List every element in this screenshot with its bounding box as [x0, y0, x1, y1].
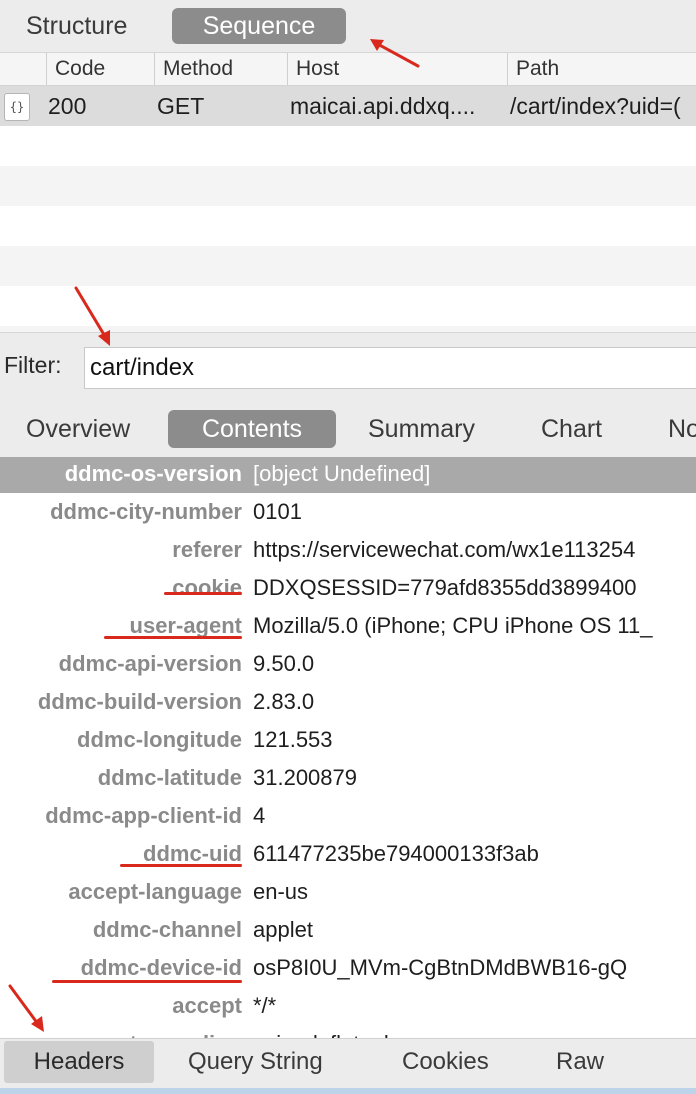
detail-tab-bar: Overview Contents Summary Chart No [0, 401, 696, 457]
tab-chart[interactable]: Chart [541, 410, 602, 448]
header-row[interactable]: cookie DDXQSESSID=779afd8355dd3899400 [0, 569, 696, 607]
header-value: 611477235be794000133f3ab [253, 841, 539, 866]
header-value: 2.83.0 [253, 689, 315, 714]
empty-table-row [0, 246, 696, 286]
request-headers-list: ddmc-os-version [object Undefined] ddmc-… [0, 457, 696, 1038]
header-key: accept-language [68, 879, 242, 904]
header-value: 9.50.0 [253, 651, 315, 676]
red-arrow-icon [74, 286, 110, 346]
header-key: ddmc-latitude [97, 765, 242, 790]
tab-sequence[interactable]: Sequence [172, 8, 346, 44]
header-row[interactable]: ddmc-build-version 2.83.0 [0, 683, 696, 721]
red-underline-user-agent [104, 636, 242, 639]
header-row[interactable]: ddmc-city-number 0101 [0, 493, 696, 531]
header-value: https://servicewechat.com/wx1e113254 [253, 537, 636, 562]
json-file-icon: {} [4, 93, 30, 121]
header-key: user-agent [129, 613, 242, 638]
header-key: ddmc-uid [143, 841, 242, 866]
header-key: ddmc-city-number [50, 499, 242, 524]
header-value: Mozilla/5.0 (iPhone; CPU iPhone OS 11_ [253, 613, 653, 638]
view-mode-bar: Structure Sequence [0, 0, 696, 53]
header-row[interactable]: ddmc-api-version 9.50.0 [0, 645, 696, 683]
red-underline-ddmc-device-id [52, 980, 242, 983]
column-header-code[interactable]: Code [46, 53, 105, 85]
request-table-header: Code Method Host Path [0, 53, 696, 86]
cell-method: GET [157, 93, 205, 119]
header-row[interactable]: ddmc-os-version [object Undefined] [0, 457, 696, 493]
header-key: accept-encoding [67, 1025, 242, 1038]
header-value: applet [253, 917, 313, 942]
filter-input[interactable] [84, 347, 696, 389]
header-key: referer [172, 537, 242, 562]
cell-code: 200 [48, 93, 87, 119]
header-key: ddmc-api-version [58, 651, 242, 676]
header-row[interactable]: accept */* [0, 987, 696, 1025]
header-value: 31.200879 [253, 765, 357, 790]
bottom-tab-bar: Headers Query String Cookies Raw [0, 1038, 696, 1094]
tab-summary[interactable]: Summary [368, 410, 475, 448]
column-header-path[interactable]: Path [507, 53, 559, 85]
header-value: DDXQSESSID=779afd8355dd3899400 [253, 575, 637, 600]
header-row[interactable]: ddmc-longitude 121.553 [0, 721, 696, 759]
table-row[interactable]: {} 200 GET maicai.api.ddxq.... /cart/ind… [0, 86, 696, 126]
header-value: 0101 [253, 499, 302, 524]
header-value: osP8I0U_MVm-CgBtnDMdBWB16-gQ [253, 955, 628, 980]
header-key: cookie [172, 575, 242, 600]
header-row[interactable]: referer https://servicewechat.com/wx1e11… [0, 531, 696, 569]
tab-contents[interactable]: Contents [168, 410, 336, 448]
header-row[interactable]: user-agent Mozilla/5.0 (iPhone; CPU iPho… [0, 607, 696, 645]
red-arrow-icon [8, 984, 44, 1032]
tab-query-string[interactable]: Query String [188, 1041, 323, 1083]
cell-host: maicai.api.ddxq.... [290, 93, 476, 119]
header-value: 121.553 [253, 727, 333, 752]
bottom-scroll-strip [0, 1088, 696, 1094]
header-key: ddmc-build-version [37, 689, 242, 714]
tab-structure[interactable]: Structure [14, 8, 139, 44]
header-value: en-us [253, 879, 309, 904]
empty-table-row [0, 166, 696, 206]
header-key: ddmc-channel [92, 917, 242, 942]
tab-cookies[interactable]: Cookies [402, 1041, 489, 1083]
header-value: */* [253, 993, 277, 1018]
header-value: gzip, deflate, br [253, 1025, 403, 1038]
header-key: ddmc-app-client-id [45, 803, 242, 828]
column-header-host[interactable]: Host [287, 53, 339, 85]
charles-proxy-window: Structure Sequence Code Method Host Path… [0, 0, 696, 1094]
tab-raw[interactable]: Raw [556, 1041, 604, 1083]
red-underline-cookie [164, 592, 242, 595]
header-key: ddmc-longitude [77, 727, 242, 752]
cell-path: /cart/index?uid=( [510, 93, 681, 119]
header-key: accept [172, 993, 242, 1018]
header-row[interactable]: ddmc-latitude 31.200879 [0, 759, 696, 797]
tab-headers[interactable]: Headers [4, 1041, 154, 1083]
tab-notes[interactable]: No [668, 410, 696, 448]
header-row[interactable]: accept-language en-us [0, 873, 696, 911]
filter-label: Filter: [4, 352, 62, 378]
header-row[interactable]: ddmc-channel applet [0, 911, 696, 949]
column-header-method[interactable]: Method [154, 53, 233, 85]
header-value: [object Undefined] [253, 461, 431, 486]
red-arrow-icon [370, 39, 420, 68]
red-underline-ddmc-uid [120, 864, 242, 867]
header-row[interactable]: ddmc-uid 611477235be794000133f3ab [0, 835, 696, 873]
header-row[interactable]: accept-encoding gzip, deflate, br [0, 1025, 696, 1038]
header-value: 4 [253, 803, 266, 828]
header-row[interactable]: ddmc-app-client-id 4 [0, 797, 696, 835]
tab-overview[interactable]: Overview [26, 410, 130, 448]
header-key: ddmc-os-version [64, 461, 242, 486]
